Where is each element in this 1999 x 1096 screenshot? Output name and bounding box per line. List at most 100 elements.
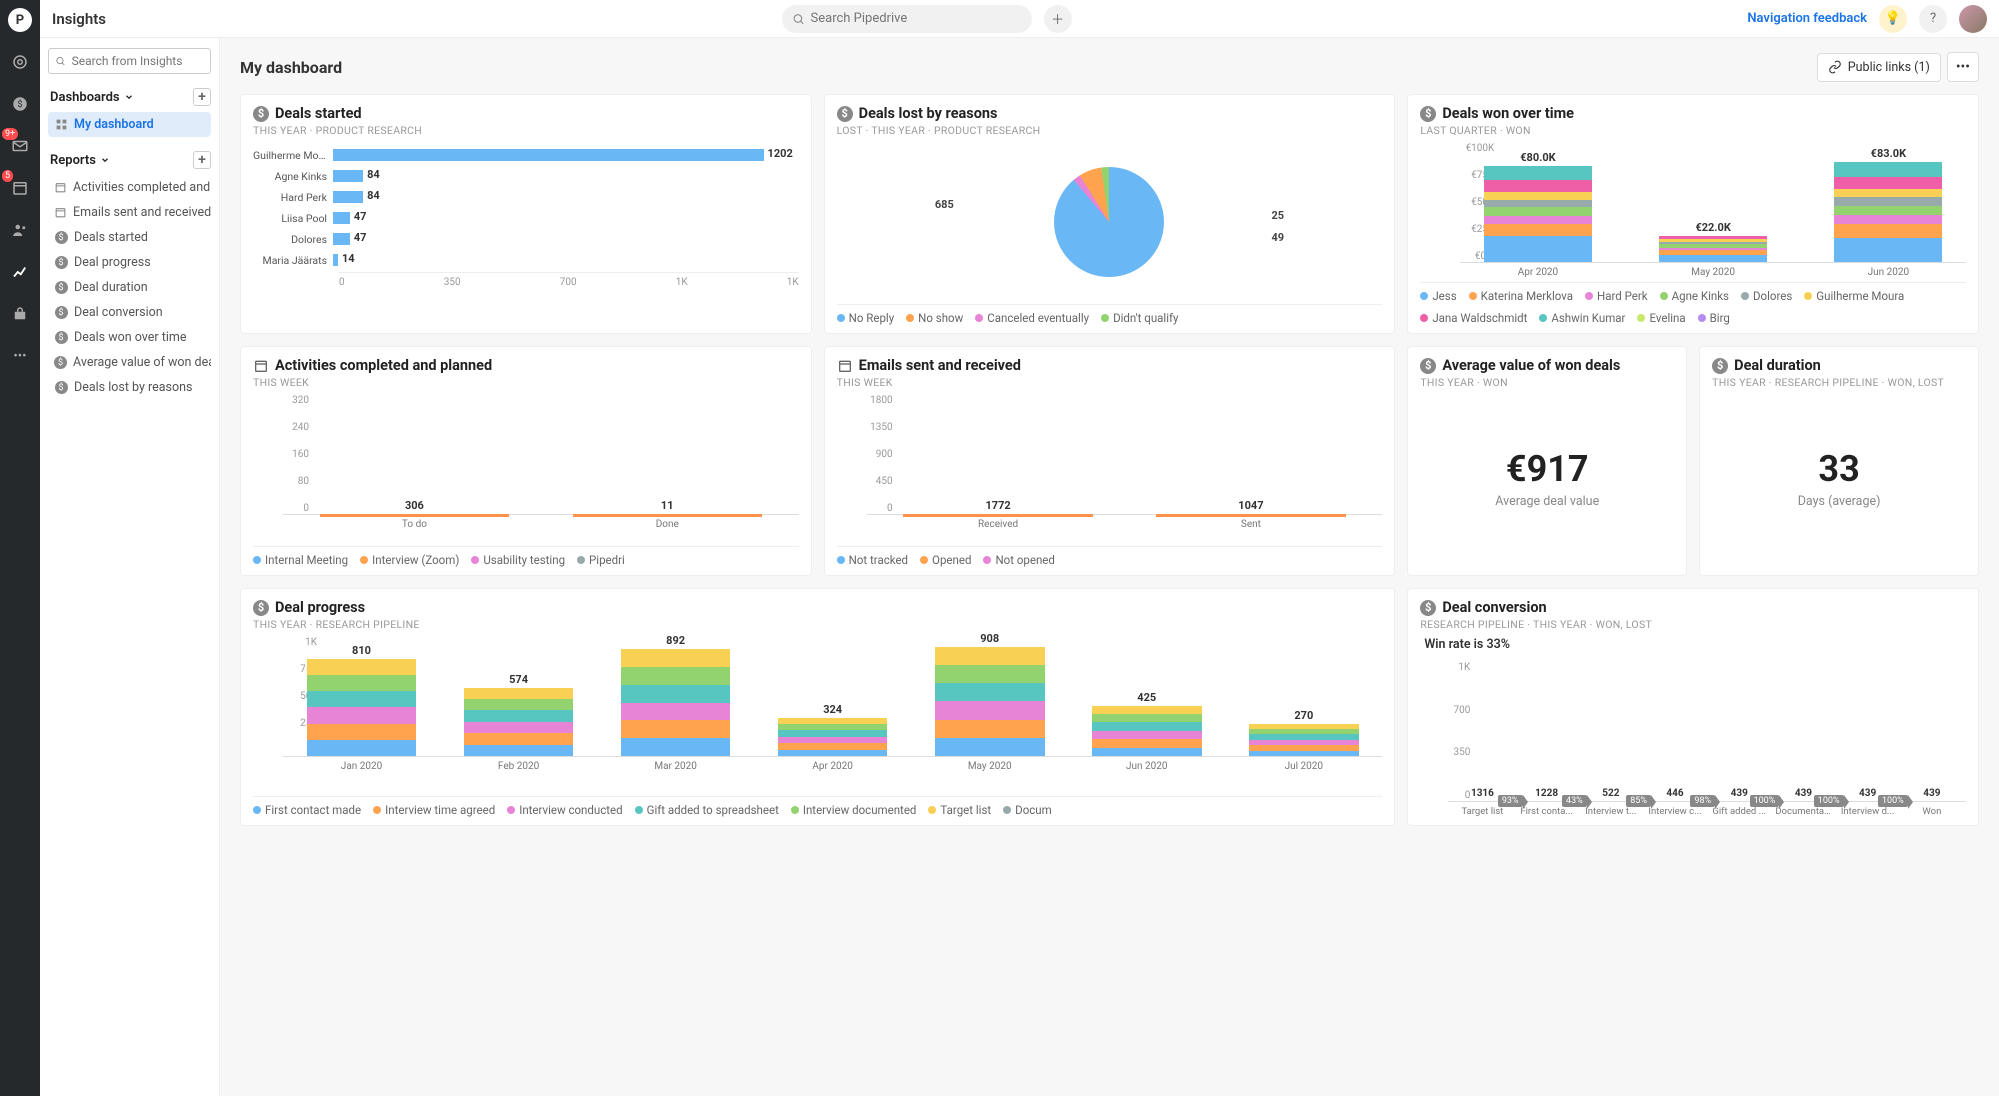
sidebar-item-report[interactable]: $Deals lost by reasons xyxy=(48,375,211,400)
funnel-column: 1316 93% xyxy=(1454,788,1510,801)
funnel-column: 439 100% xyxy=(1840,788,1896,801)
nav-mail-icon[interactable]: 9+ xyxy=(8,134,32,158)
search-icon xyxy=(55,55,66,67)
sidebar-search-input[interactable] xyxy=(72,54,204,68)
help-button[interactable]: ? xyxy=(1919,5,1947,33)
card-emails[interactable]: Emails sent and received THIS WEEK 18001… xyxy=(824,346,1396,576)
legend-item: Gift added to spreadsheet xyxy=(635,803,779,817)
nav-contacts-icon[interactable] xyxy=(8,218,32,242)
card-conversion[interactable]: $Deal conversion RESEARCH PIPELINE · THI… xyxy=(1407,588,1979,826)
add-button[interactable]: ＋ xyxy=(1044,5,1072,33)
funnel-column: 439 100% xyxy=(1775,788,1831,801)
bar-column: 11 xyxy=(556,499,779,514)
card-progress[interactable]: $Deal progress THIS YEAR · RESEARCH PIPE… xyxy=(240,588,1395,826)
stacked-column: €22.0K xyxy=(1646,221,1781,262)
dashboard-more-button[interactable]: ••• xyxy=(1947,52,1979,82)
legend-item: Internal Meeting xyxy=(253,553,348,567)
feedback-link[interactable]: Navigation feedback xyxy=(1747,11,1867,26)
legend-item: Jess xyxy=(1420,289,1456,303)
sidebar-item-report[interactable]: $Deal progress xyxy=(48,250,211,275)
stacked-column: 574 xyxy=(450,673,587,756)
search-icon xyxy=(792,12,805,26)
coin-icon: $ xyxy=(837,106,853,122)
legend-item: No show xyxy=(906,311,963,325)
logo[interactable]: P xyxy=(8,8,32,32)
sidebar-item-report[interactable]: $Deals started xyxy=(48,225,211,250)
funnel-column: 522 85% xyxy=(1583,788,1639,801)
coin-icon: $ xyxy=(54,331,68,345)
public-links-button[interactable]: Public links (1) xyxy=(1817,53,1941,82)
coin-icon: $ xyxy=(54,281,68,295)
calendar-badge: 5 xyxy=(2,170,13,182)
coin-icon: $ xyxy=(54,381,68,395)
legend-item: Not tracked xyxy=(837,553,908,567)
stacked-column: €83.0K xyxy=(1821,147,1956,262)
legend-item: No Reply xyxy=(837,311,895,325)
bar-column: 306 xyxy=(303,499,526,514)
card-deals-lost[interactable]: $Deals lost by reasons LOST · THIS YEAR … xyxy=(824,94,1396,334)
legend-item: Interview documented xyxy=(791,803,917,817)
legend-item: Jana Waldschmidt xyxy=(1420,311,1527,325)
user-avatar[interactable] xyxy=(1959,5,1987,33)
main-region: Insights ＋ Navigation feedback 💡 ? Dashb… xyxy=(40,0,1999,1096)
coin-icon: $ xyxy=(253,106,269,122)
add-dashboard-button[interactable]: + xyxy=(193,88,211,106)
legend-item: Not opened xyxy=(983,553,1054,567)
page-title: Insights xyxy=(52,10,106,28)
funnel-column: 439 xyxy=(1904,788,1960,801)
card-activities[interactable]: Activities completed and planned THIS WE… xyxy=(240,346,812,576)
bar-column: 1772 xyxy=(887,499,1110,514)
hbar-row: Maria Jäärats14 xyxy=(253,251,799,269)
primary-nav: P $ 9+ 5 ••• xyxy=(0,0,40,1096)
reports-group[interactable]: Reports + xyxy=(50,151,211,169)
legend-item: Docum xyxy=(1003,803,1052,817)
funnel-column: 446 98% xyxy=(1647,788,1703,801)
nav-insights-icon[interactable] xyxy=(8,260,32,284)
add-report-button[interactable]: + xyxy=(193,151,211,169)
funnel-column: 439 100% xyxy=(1711,788,1767,801)
calendar-icon xyxy=(253,358,269,374)
insights-sidebar: Dashboards + My dashboard Reports + Acti… xyxy=(40,38,220,1096)
legend-item: Target list xyxy=(928,803,991,817)
coin-icon: $ xyxy=(54,231,68,245)
sidebar-item-dashboard[interactable]: My dashboard xyxy=(48,112,211,137)
stacked-column: 324 xyxy=(764,703,901,756)
coin-icon: $ xyxy=(1712,358,1728,374)
legend-item: Didn't qualify xyxy=(1101,311,1178,325)
sidebar-item-report[interactable]: $Deal conversion xyxy=(48,300,211,325)
nav-money-icon[interactable]: $ xyxy=(8,92,32,116)
kpi-value: €917 xyxy=(1506,448,1589,490)
global-search-input[interactable] xyxy=(811,11,1022,26)
nav-focus-icon[interactable] xyxy=(8,50,32,74)
sidebar-item-report[interactable]: $Deal duration xyxy=(48,275,211,300)
coin-icon: $ xyxy=(253,600,269,616)
nav-calendar-icon[interactable]: 5 xyxy=(8,176,32,200)
legend-item: Hard Perk xyxy=(1585,289,1648,303)
win-rate: Win rate is 33% xyxy=(1424,637,1966,652)
sidebar-item-report[interactable]: Emails sent and received xyxy=(48,200,211,225)
kpi-label: Days (average) xyxy=(1798,494,1881,509)
global-search[interactable] xyxy=(782,5,1032,33)
legend-item: Ashwin Kumar xyxy=(1539,311,1625,325)
legend-item: Interview conducted xyxy=(507,803,622,817)
card-deals-started[interactable]: $Deals started THIS YEAR · PRODUCT RESEA… xyxy=(240,94,812,334)
sidebar-item-report[interactable]: Activities completed and ... xyxy=(48,175,211,200)
funnel-column: 1228 43% xyxy=(1519,788,1575,801)
legend-item: Usability testing xyxy=(471,553,565,567)
sidebar-item-report[interactable]: $Average value of won deals xyxy=(48,350,211,375)
kpi-value: 33 xyxy=(1818,448,1859,490)
nav-more-icon[interactable]: ••• xyxy=(8,344,32,368)
card-duration[interactable]: $Deal duration THIS YEAR · RESEARCH PIPE… xyxy=(1699,346,1979,576)
pie-chart xyxy=(1054,167,1164,277)
dashboards-group[interactable]: Dashboards + xyxy=(50,88,211,106)
tips-button[interactable]: 💡 xyxy=(1879,5,1907,33)
sidebar-item-report[interactable]: $Deals won over time xyxy=(48,325,211,350)
card-deals-won[interactable]: $Deals won over time LAST QUARTER · WON … xyxy=(1407,94,1979,334)
legend-item: Dolores xyxy=(1741,289,1792,303)
nav-products-icon[interactable] xyxy=(8,302,32,326)
card-avg-value[interactable]: $Average value of won deals THIS YEAR · … xyxy=(1407,346,1687,576)
coin-icon: $ xyxy=(54,256,68,270)
chevron-down-icon xyxy=(124,92,134,102)
stacked-column: 908 xyxy=(921,632,1058,756)
sidebar-search[interactable] xyxy=(48,48,211,74)
